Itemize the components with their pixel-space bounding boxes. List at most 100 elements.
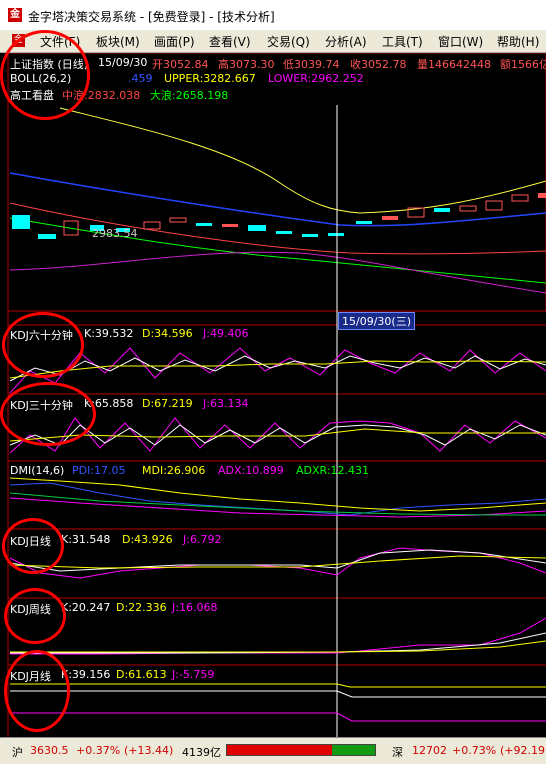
- kdj30-d-line: [9, 428, 546, 442]
- open-price: 开3052.84: [152, 58, 209, 71]
- status-bar: 沪 3630.5 +0.37% (+13.44) 4139亿 深 12702 +…: [0, 737, 546, 764]
- menu-analysis[interactable]: 分析(A): [325, 33, 367, 50]
- system-menu-icon[interactable]: 金: [12, 34, 25, 47]
- boll-upper-line: [59, 107, 546, 214]
- kdjw-k-line: [10, 632, 546, 654]
- app-icon: 金: [8, 8, 22, 22]
- kdjd-title: KDJ日线: [10, 535, 51, 548]
- sz-points: (+92.19): [500, 744, 546, 757]
- big-wave-value: 大浪:2658.198: [150, 89, 229, 102]
- dmi-mdi-line: [9, 477, 546, 512]
- kdjm-j: J:-5.759: [172, 668, 215, 681]
- symbol-label: 上证指数 (日线): [10, 58, 89, 71]
- kdj60-d: D:34.596: [142, 327, 193, 340]
- sh-index: 3630.5: [30, 744, 69, 757]
- kdj60-k-line: [9, 355, 546, 382]
- menu-view-screen[interactable]: 画面(P): [154, 33, 195, 50]
- close-price: 收3052.78: [350, 58, 407, 71]
- menu-bar: 金 文件(F) 板块(M) 画面(P) 查看(V) 交易(Q) 分析(A) 工具…: [0, 30, 546, 53]
- boll-label: BOLL(26,2): [10, 72, 72, 85]
- candle: [538, 193, 546, 198]
- kdjw-k: K:20.247: [61, 601, 111, 614]
- kdj30-j: J:63.134: [203, 397, 249, 410]
- boll-lower-line: [9, 251, 546, 294]
- sh-amount: 4139亿: [182, 746, 221, 759]
- boll-upper-value: UPPER:3282.667: [164, 72, 256, 85]
- low-price: 低3039.74: [283, 58, 340, 71]
- sh-change: +0.37%: [76, 744, 121, 757]
- candle: [276, 231, 292, 234]
- chart-area[interactable]: 上证指数 (日线) 15/09/30 开3052.84 高3073.30 低30…: [0, 53, 546, 737]
- menu-sector[interactable]: 板块(M): [96, 33, 140, 50]
- kdjm-k: K:39.156: [61, 668, 111, 681]
- breadth-down-fill: [332, 745, 375, 755]
- kdj60-k: K:39.532: [84, 327, 134, 340]
- window-title: 金字塔决策交易系统 - [免费登录] - [技术分析]: [28, 10, 275, 24]
- menu-trade[interactable]: 交易(Q): [267, 33, 310, 50]
- kdj60-j-line: [9, 347, 546, 394]
- cursor-date-badge: 15/09/30(三): [338, 312, 415, 330]
- candle: [434, 208, 450, 212]
- breadth-bar: [226, 744, 376, 756]
- chart-canvas: [7, 53, 546, 737]
- menu-view[interactable]: 查看(V): [209, 33, 251, 50]
- mid-wave-value: 中浪:2832.038: [62, 89, 141, 102]
- kdjm-title: KDJ月线: [10, 670, 51, 683]
- boll-mid-line: [9, 172, 546, 227]
- kdj60-j: J:49.406: [203, 327, 249, 340]
- dmi-pdi: PDI:17.05: [72, 464, 126, 477]
- menu-window[interactable]: 窗口(W): [438, 33, 483, 50]
- dmi-adxr: ADXR:12.431: [296, 464, 370, 477]
- menu-tools[interactable]: 工具(T): [382, 33, 423, 50]
- sh-points: (+13.44): [124, 744, 174, 757]
- kdjd-k: K:31.548: [61, 533, 111, 546]
- sz-label: 深: [392, 746, 403, 759]
- sz-index: 12702: [412, 744, 447, 757]
- candle: [328, 233, 344, 236]
- sh-label: 沪: [12, 746, 23, 759]
- dmi-adx-line: [9, 497, 546, 518]
- low-price-marker: 2983.54: [92, 227, 138, 240]
- candle: [382, 216, 398, 220]
- bar-date: 15/09/30: [98, 56, 148, 69]
- amount: 额1566亿: [500, 58, 546, 71]
- candle: [302, 234, 318, 237]
- candle: [196, 223, 212, 226]
- kdjw-j: J:16.068: [172, 601, 218, 614]
- dmi-title: DMI(14,6): [10, 464, 65, 477]
- candle: [356, 221, 372, 224]
- kdj30-k: K:65.858: [84, 397, 134, 410]
- kdjm-j-line: [10, 712, 546, 722]
- kdjw-title: KDJ周线: [10, 603, 51, 616]
- dmi-mdi: MDI:26.906: [142, 464, 206, 477]
- sz-change: +0.73%: [452, 744, 497, 757]
- menu-help[interactable]: 帮助(H): [497, 33, 539, 50]
- candle: [248, 225, 266, 231]
- kdjm-k-line: [10, 690, 546, 698]
- kdj30-d: D:67.219: [142, 397, 193, 410]
- title-bar: 金 金字塔决策交易系统 - [免费登录] - [技术分析]: [0, 0, 546, 31]
- candle: [459, 205, 477, 212]
- candle: [485, 200, 503, 211]
- kdjd-d: D:43.926: [122, 533, 173, 546]
- dmi-adx: ADX:10.899: [218, 464, 284, 477]
- breadth-up-fill: [227, 745, 332, 755]
- candle: [169, 217, 187, 223]
- kdjm-d: D:61.613: [116, 668, 167, 681]
- kdjd-j: J:6.792: [183, 533, 222, 546]
- kdjw-d: D:22.336: [116, 601, 167, 614]
- kdj30-title: KDJ三十分钟: [10, 399, 73, 412]
- boll-mid-value: .459: [128, 72, 153, 85]
- menu-file[interactable]: 文件(F): [40, 33, 80, 50]
- kdjm-d-line: [10, 683, 546, 688]
- volume: 量146642448: [417, 58, 491, 71]
- candle: [38, 234, 56, 239]
- candle: [12, 215, 30, 229]
- boll-lower-value: LOWER:2962.252: [268, 72, 364, 85]
- kdj60-title: KDJ六十分钟: [10, 329, 73, 342]
- candle: [511, 194, 529, 202]
- candle: [222, 224, 238, 227]
- candle: [143, 221, 161, 230]
- high-price: 高3073.30: [218, 58, 275, 71]
- overlay-name: 高工看盘: [10, 89, 54, 102]
